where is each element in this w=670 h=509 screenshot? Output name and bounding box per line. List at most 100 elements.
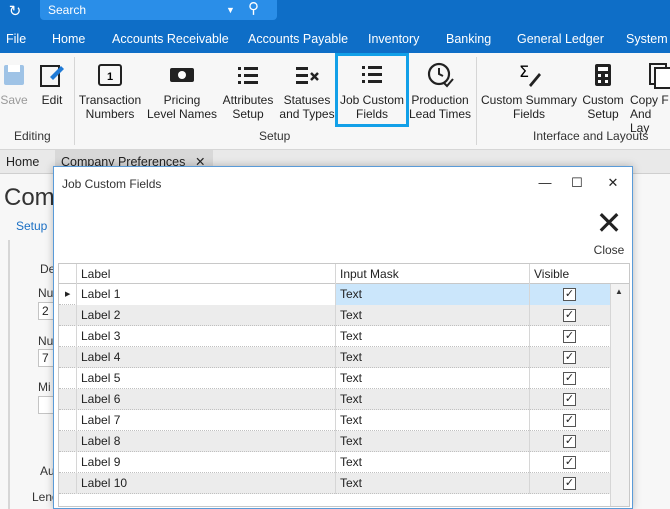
search-dropdown-icon[interactable]: ▼	[226, 0, 235, 20]
menu-inventory[interactable]: Inventory	[368, 32, 419, 46]
cell-input-mask[interactable]: Text	[335, 389, 529, 410]
visible-checkbox[interactable]: ✓	[563, 435, 576, 448]
cell-input-mask[interactable]: Text	[335, 452, 529, 473]
cell-input-mask[interactable]: Text	[335, 284, 529, 305]
production-lead-times-button[interactable]: Production Lead Times	[408, 61, 472, 121]
menu-file[interactable]: File	[6, 32, 26, 46]
cell-label[interactable]: Label 5	[76, 368, 335, 389]
cell-visible[interactable]: ✓	[529, 284, 610, 305]
transaction-numbers-button[interactable]: 1 Transaction Numbers	[78, 61, 142, 121]
cell-label[interactable]: Label 10	[76, 473, 335, 494]
table-row[interactable]: Label 6 Text ✓	[59, 389, 629, 410]
cell-visible[interactable]: ✓	[529, 452, 610, 473]
cell-label[interactable]: Label 7	[76, 410, 335, 431]
row-indicator[interactable]	[59, 347, 76, 368]
cell-input-mask[interactable]: Text	[335, 431, 529, 452]
statuses-and-types-line1: Statuses	[283, 93, 331, 107]
table-row[interactable]: Label 9 Text ✓	[59, 452, 629, 473]
menu-home[interactable]: Home	[52, 32, 85, 46]
custom-summary-fields-button[interactable]: Σ Custom Summary Fields	[480, 61, 578, 121]
column-header-input-mask[interactable]: Input Mask	[335, 264, 529, 284]
cell-label[interactable]: Label 8	[76, 431, 335, 452]
attributes-setup-button[interactable]: Attributes Setup	[220, 61, 276, 121]
field-nu-input[interactable]: 2	[38, 302, 54, 320]
row-indicator[interactable]	[59, 452, 76, 473]
menu-system[interactable]: System	[626, 32, 668, 46]
cell-visible[interactable]: ✓	[529, 305, 610, 326]
visible-checkbox[interactable]: ✓	[563, 372, 576, 385]
search-box[interactable]: Search ▼ ⚲	[40, 0, 277, 20]
cell-visible[interactable]: ✓	[529, 473, 610, 494]
table-row[interactable]: Label 10 Text ✓	[59, 473, 629, 494]
field-mi-input[interactable]	[38, 396, 54, 414]
pricing-level-names-button[interactable]: Pricing Level Names	[146, 61, 218, 121]
row-indicator[interactable]	[59, 326, 76, 347]
cell-visible[interactable]: ✓	[529, 347, 610, 368]
cell-label[interactable]: Label 4	[76, 347, 335, 368]
visible-checkbox[interactable]: ✓	[563, 309, 576, 322]
menu-accounts-payable[interactable]: Accounts Payable	[248, 32, 348, 46]
table-row[interactable]: Label 2 Text ✓	[59, 305, 629, 326]
row-indicator[interactable]	[59, 410, 76, 431]
visible-checkbox[interactable]: ✓	[563, 477, 576, 490]
visible-checkbox[interactable]: ✓	[563, 456, 576, 469]
scroll-up-icon[interactable]: ▲	[615, 287, 623, 296]
cell-visible[interactable]: ✓	[529, 368, 610, 389]
custom-setup-button[interactable]: Custom Setup	[580, 61, 626, 121]
save-button[interactable]: Save	[0, 61, 28, 107]
maximize-icon[interactable]: ☐	[568, 174, 586, 192]
visible-checkbox[interactable]: ✓	[563, 288, 576, 301]
cell-input-mask[interactable]: Text	[335, 368, 529, 389]
menu-accounts-receivable[interactable]: Accounts Receivable	[112, 32, 229, 46]
row-indicator[interactable]	[59, 473, 76, 494]
visible-checkbox[interactable]: ✓	[563, 414, 576, 427]
cell-visible[interactable]: ✓	[529, 431, 610, 452]
tab-setup[interactable]: Setup	[16, 219, 47, 233]
table-row[interactable]: Label 5 Text ✓	[59, 368, 629, 389]
cell-input-mask[interactable]: Text	[335, 473, 529, 494]
row-indicator[interactable]	[59, 431, 76, 452]
panel-border	[8, 240, 10, 509]
search-icon[interactable]: ⚲	[248, 0, 259, 19]
copy-fields-button[interactable]: Copy F And Lay	[630, 61, 670, 135]
refresh-icon[interactable]: ↻	[6, 3, 24, 21]
vertical-scrollbar[interactable]: ▲	[610, 284, 629, 506]
cell-input-mask[interactable]: Text	[335, 410, 529, 431]
menu-general-ledger[interactable]: General Ledger	[517, 32, 604, 46]
tab-home[interactable]: Home	[0, 150, 45, 174]
table-row[interactable]: Label 7 Text ✓	[59, 410, 629, 431]
cell-label[interactable]: Label 2	[76, 305, 335, 326]
cell-label[interactable]: Label 9	[76, 452, 335, 473]
edit-button[interactable]: Edit	[38, 61, 66, 107]
cell-input-mask[interactable]: Text	[335, 305, 529, 326]
cell-input-mask[interactable]: Text	[335, 347, 529, 368]
visible-checkbox[interactable]: ✓	[563, 393, 576, 406]
field-nu-input-2[interactable]: 7	[38, 349, 54, 367]
close-button[interactable]: ✕ Close	[592, 207, 626, 257]
cell-visible[interactable]: ✓	[529, 326, 610, 347]
row-indicator[interactable]	[59, 389, 76, 410]
visible-checkbox[interactable]: ✓	[563, 330, 576, 343]
statuses-and-types-button[interactable]: Statuses and Types	[278, 61, 336, 121]
cell-label[interactable]: Label 3	[76, 326, 335, 347]
row-indicator[interactable]: ▶	[59, 284, 76, 305]
cell-visible[interactable]: ✓	[529, 410, 610, 431]
column-header-visible[interactable]: Visible	[529, 264, 610, 284]
minimize-icon[interactable]: —	[536, 174, 554, 192]
table-row[interactable]: Label 8 Text ✓	[59, 431, 629, 452]
table-row[interactable]: Label 3 Text ✓	[59, 326, 629, 347]
menu-banking[interactable]: Banking	[446, 32, 491, 46]
cell-label[interactable]: Label 1	[76, 284, 335, 305]
row-indicator[interactable]	[59, 305, 76, 326]
column-header-label[interactable]: Label	[76, 264, 335, 284]
cell-visible[interactable]: ✓	[529, 389, 610, 410]
close-window-icon[interactable]: ✕	[604, 174, 622, 192]
cell-input-mask[interactable]: Text	[335, 326, 529, 347]
row-indicator[interactable]	[59, 368, 76, 389]
cell-label[interactable]: Label 6	[76, 389, 335, 410]
table-row[interactable]: ▶ Label 1 Text ✓	[59, 284, 629, 305]
table-row[interactable]: Label 4 Text ✓	[59, 347, 629, 368]
interface-group-label: Interface and Layouts	[533, 129, 649, 143]
edit-label: Edit	[41, 93, 63, 107]
visible-checkbox[interactable]: ✓	[563, 351, 576, 364]
